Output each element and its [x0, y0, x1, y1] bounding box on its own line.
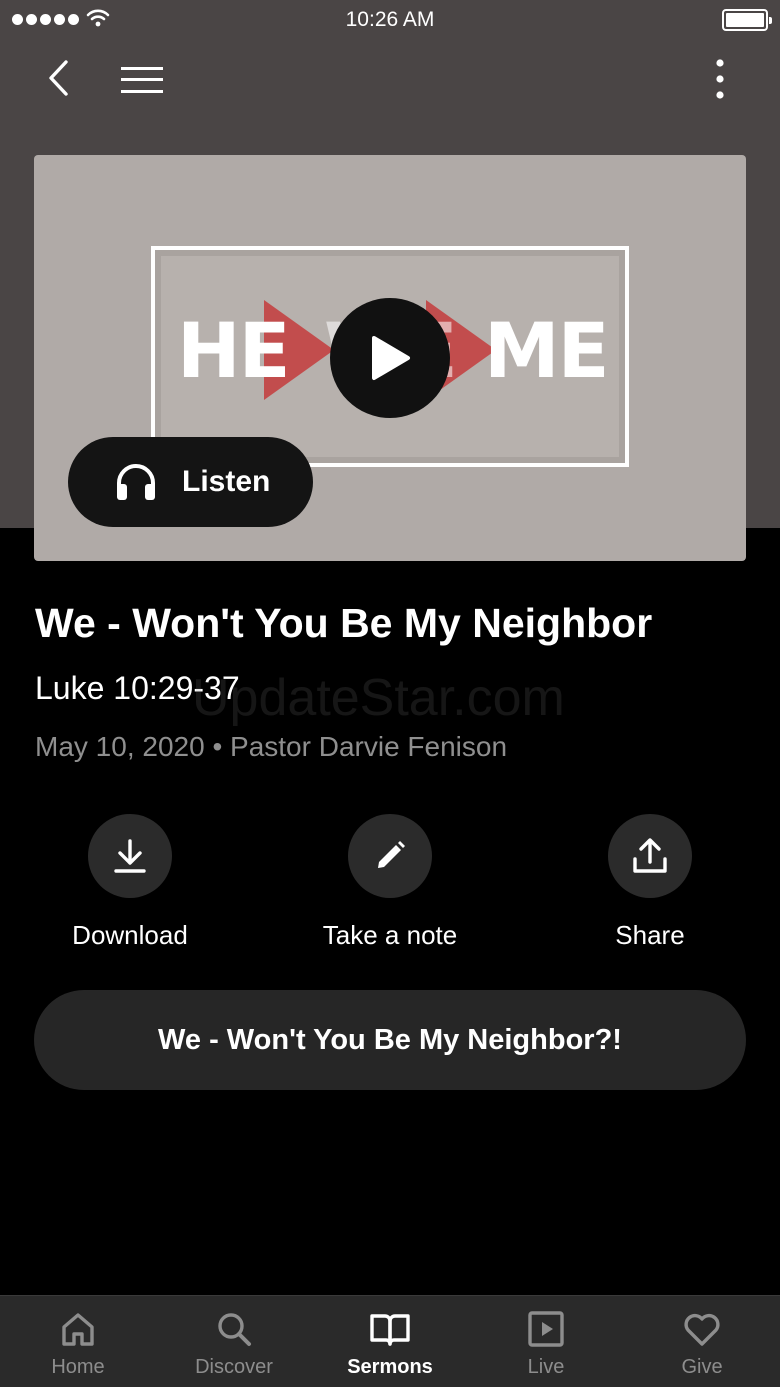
share-label: Share [615, 920, 685, 950]
download-icon [114, 839, 146, 873]
chevron-left-icon [49, 60, 68, 96]
share-action[interactable]: Share [550, 814, 750, 951]
tab-home[interactable]: Home [0, 1296, 156, 1387]
tab-discover-label: Discover [195, 1356, 273, 1378]
take-note-label: Take a note [322, 920, 458, 950]
download-label: Download [72, 920, 188, 950]
tab-sermons-label: Sermons [347, 1356, 433, 1378]
download-action[interactable]: Download [30, 814, 230, 951]
hamburger-icon [121, 67, 163, 93]
listen-button[interactable]: Listen [68, 437, 313, 527]
take-note-button[interactable] [348, 814, 432, 898]
download-button[interactable] [88, 814, 172, 898]
play-square-icon [528, 1311, 564, 1347]
sermon-meta: May 10, 2020 • Pastor Darvie Fenison [35, 731, 508, 762]
tab-bar: Home Discover Sermons Live Give [0, 1295, 780, 1387]
tab-home-label: Home [51, 1356, 105, 1378]
sermon-artwork: HE WE ME Listen [34, 155, 746, 561]
pencil-icon [378, 841, 405, 868]
take-note-action[interactable]: Take a note [290, 814, 490, 951]
search-icon [218, 1313, 251, 1346]
sermon-title: We - Won't You Be My Neighbor [35, 600, 653, 646]
back-button[interactable] [36, 56, 80, 100]
status-time: 10:26 AM [345, 8, 435, 31]
share-button[interactable] [608, 814, 692, 898]
play-icon [372, 336, 410, 380]
headphones-icon [117, 464, 155, 500]
listen-label: Listen [182, 465, 271, 498]
artwork-word-me: ME [484, 306, 610, 395]
tab-live[interactable]: Live [468, 1296, 624, 1387]
share-icon [633, 838, 667, 873]
tab-give[interactable]: Give [624, 1296, 780, 1387]
watermark: UpdateStar.com [192, 669, 565, 727]
status-bar: 10:26 AM [0, 0, 780, 40]
menu-button[interactable] [116, 58, 168, 102]
more-options-button[interactable] [700, 56, 740, 102]
sermon-series-button[interactable]: We - Won't You Be My Neighbor?! [34, 990, 746, 1090]
home-icon [62, 1313, 94, 1346]
play-button[interactable] [330, 298, 450, 418]
more-vertical-icon [716, 59, 724, 99]
tab-discover[interactable]: Discover [156, 1296, 312, 1387]
book-icon [370, 1314, 410, 1346]
battery-icon [722, 9, 772, 31]
tab-live-label: Live [527, 1356, 565, 1378]
heart-icon [684, 1313, 720, 1346]
tab-give-label: Give [681, 1356, 723, 1378]
artwork-word-he: HE [177, 306, 291, 395]
tab-sermons[interactable]: Sermons [312, 1296, 468, 1387]
